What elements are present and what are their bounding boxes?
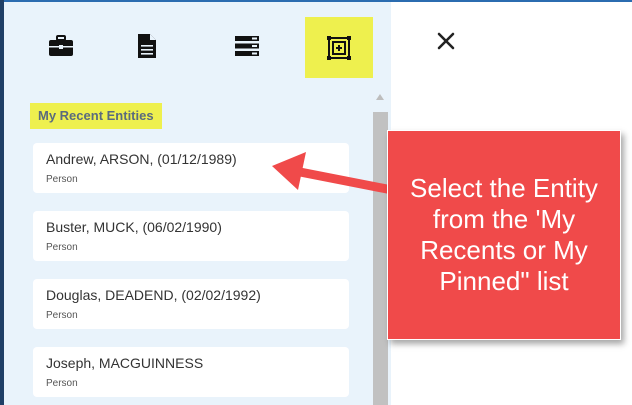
instruction-callout: Select the Entity from the 'My Recents o… xyxy=(387,130,621,340)
list-button[interactable] xyxy=(219,17,275,75)
entity-card[interactable]: Douglas, DEADEND, (02/02/1992) Person xyxy=(33,279,349,329)
scroll-up-arrow-icon[interactable] xyxy=(376,94,384,100)
entity-type: Person xyxy=(46,378,78,389)
entity-name: Joseph, MACGUINNESS xyxy=(46,355,204,371)
entity-type: Person xyxy=(46,174,78,185)
briefcase-icon xyxy=(49,35,73,56)
scroll-thumb[interactable] xyxy=(373,112,388,405)
sidebar-toolbar xyxy=(4,2,391,80)
entity-name: Andrew, ARSON, (01/12/1989) xyxy=(46,151,237,167)
callout-text: Select the Entity from the 'My Recents o… xyxy=(410,173,598,296)
entity-type: Person xyxy=(46,310,78,321)
entity-card[interactable]: Buster, MUCK, (06/02/1990) Person xyxy=(33,211,349,261)
entity-sidebar: My Recent Entities Andrew, ARSON, (01/12… xyxy=(4,2,391,405)
close-icon[interactable] xyxy=(436,31,456,51)
list-icon xyxy=(235,36,259,56)
document-icon xyxy=(138,34,156,58)
sidebar-scrollbar[interactable] xyxy=(373,90,388,405)
recent-entities-heading: My Recent Entities xyxy=(30,103,162,129)
entity-name: Douglas, DEADEND, (02/02/1992) xyxy=(46,287,261,303)
entity-card[interactable]: Joseph, MACGUINNESS Person xyxy=(33,347,349,397)
entity-type: Person xyxy=(46,242,78,253)
entity-name: Buster, MUCK, (06/02/1990) xyxy=(46,219,222,235)
frame-select-button[interactable] xyxy=(305,17,373,78)
entity-card[interactable]: Andrew, ARSON, (01/12/1989) Person xyxy=(33,143,349,193)
frame-select-icon xyxy=(327,35,351,60)
document-button[interactable] xyxy=(119,17,175,75)
briefcase-button[interactable] xyxy=(33,17,89,75)
